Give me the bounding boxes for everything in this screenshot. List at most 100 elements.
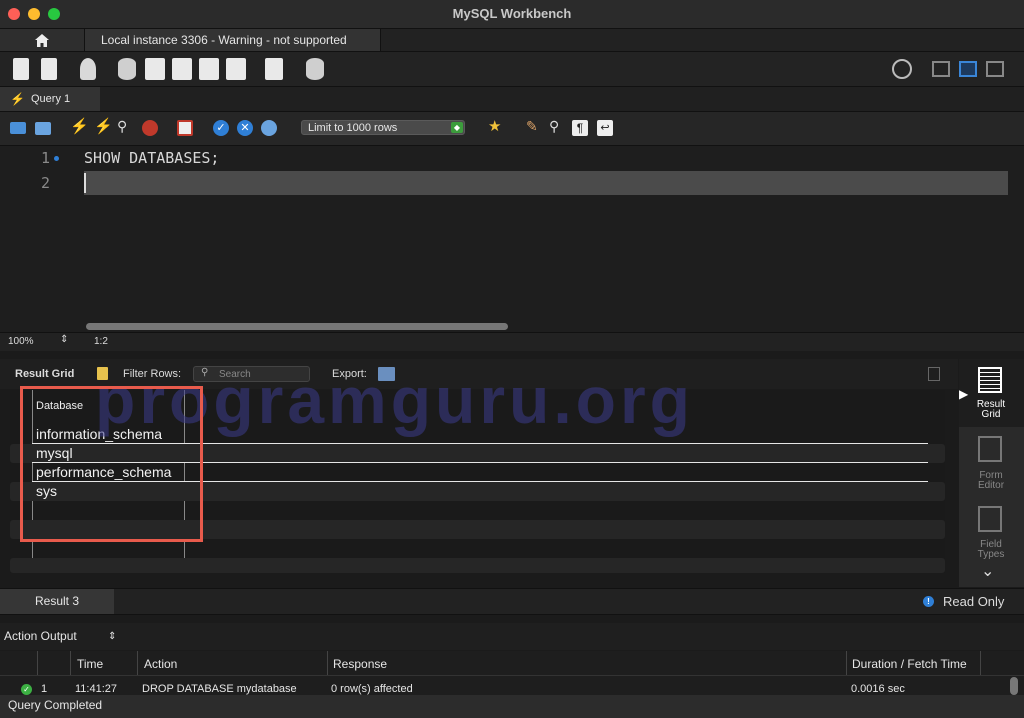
limit-rows-value: Limit to 1000 rows <box>308 122 398 134</box>
window-title: MySQL Workbench <box>452 6 572 21</box>
toggle-secondary-sidebar-icon[interactable] <box>986 61 1004 77</box>
column-divider <box>980 651 981 675</box>
form-editor-icon <box>978 436 1002 462</box>
inspector-icon[interactable] <box>80 58 96 80</box>
stop-icon[interactable] <box>142 120 158 136</box>
result-grid-label: Result Grid <box>15 368 75 380</box>
query-tab-label: Query 1 <box>31 93 71 105</box>
open-folder-icon[interactable] <box>10 122 26 134</box>
column-divider <box>37 651 38 675</box>
field-types-button[interactable]: Field Types <box>959 503 1024 563</box>
save-icon[interactable] <box>35 122 51 135</box>
create-view-icon[interactable] <box>172 58 192 80</box>
current-line-highlight <box>84 171 1008 195</box>
open-sql-script-icon[interactable] <box>41 58 57 80</box>
column-divider <box>327 651 328 675</box>
output-row-time: 11:41:27 <box>75 683 118 695</box>
tab-result-3[interactable]: Result 3 <box>0 589 114 614</box>
column-divider <box>846 651 847 675</box>
reconnect-icon[interactable] <box>306 58 324 80</box>
result-grid-icon <box>978 367 1002 393</box>
zoom-window-button[interactable] <box>48 8 60 20</box>
statement-marker-icon <box>54 156 59 161</box>
title-bar: MySQL Workbench <box>0 0 1024 29</box>
create-table-icon[interactable] <box>145 58 165 80</box>
limit-rows-select[interactable]: Limit to 1000 rows ◆ <box>301 120 465 135</box>
select-stepper-icon[interactable]: ⇕ <box>108 623 116 650</box>
form-editor-button-label: Form Editor <box>977 470 1005 491</box>
create-function-icon[interactable] <box>226 58 246 80</box>
main-toolbar <box>0 52 1024 87</box>
connection-tab-bar: Local instance 3306 - Warning - not supp… <box>0 29 1024 52</box>
editor-horizontal-scrollbar[interactable] <box>86 323 508 330</box>
output-type-select[interactable]: Action Output <box>4 623 77 650</box>
execute-current-icon[interactable]: ⚡ <box>94 117 113 135</box>
editor-status-bar: 100% ⇕ 1:2 <box>0 332 1024 351</box>
word-wrap-icon[interactable]: ↩ <box>597 120 613 136</box>
output-row-action: DROP DATABASE mydatabase <box>142 683 297 695</box>
home-tab[interactable] <box>0 29 85 51</box>
highlight-box <box>20 386 203 542</box>
output-table-header: Time Action Response Duration / Fetch Ti… <box>0 651 1024 676</box>
output-header: Action Output ⇕ <box>0 623 1024 650</box>
form-editor-button[interactable]: Form Editor <box>959 431 1024 497</box>
tab-query-1[interactable]: ⚡ Query 1 <box>0 87 100 111</box>
lightning-icon: ⚡ <box>10 92 25 106</box>
field-types-icon <box>978 506 1002 532</box>
toggle-error-continue-icon[interactable] <box>177 120 193 136</box>
read-only-label: Read Only <box>943 594 1005 609</box>
sql-editor[interactable]: 1 SHOW DATABASES; 2 <box>0 146 1024 332</box>
invisible-chars-icon[interactable]: ¶ <box>572 120 588 136</box>
column-divider <box>137 651 138 675</box>
action-output-table: Time Action Response Duration / Fetch Ti… <box>0 651 1024 695</box>
toggle-sidebar-icon[interactable] <box>932 61 950 77</box>
table-row[interactable] <box>10 558 945 573</box>
output-row-number: 1 <box>41 683 48 695</box>
result-grid-button[interactable]: ▶ Result Grid <box>959 359 1024 427</box>
info-icon: ! <box>923 596 934 607</box>
column-header-time[interactable]: Time <box>77 657 103 671</box>
preferences-gear-icon[interactable] <box>892 59 912 79</box>
column-header-action[interactable]: Action <box>144 657 177 671</box>
result-side-panel: ▶ Result Grid Form Editor Field Types ⌄ <box>959 359 1024 587</box>
beautify-icon[interactable]: ✎ <box>526 118 542 134</box>
result-tab-bar: Result 3 ! Read Only <box>0 588 1024 615</box>
selected-arrow-icon: ▶ <box>959 387 969 401</box>
result-grid-button-label: Result Grid <box>976 399 1006 420</box>
output-vertical-scrollbar[interactable] <box>1010 677 1018 695</box>
close-window-button[interactable] <box>8 8 20 20</box>
zoom-level[interactable]: 100% <box>8 336 34 347</box>
chevron-down-icon[interactable]: ⌄ <box>981 561 994 581</box>
success-check-icon: ✓ <box>21 684 32 695</box>
status-bar: Query Completed <box>0 695 1024 718</box>
commit-icon[interactable]: ✓ <box>213 120 229 136</box>
text-cursor <box>84 173 86 193</box>
select-arrows-icon: ◆ <box>451 122 463 133</box>
cursor-position: 1:2 <box>94 336 108 347</box>
create-schema-icon[interactable] <box>118 58 136 80</box>
connection-tab[interactable]: Local instance 3306 - Warning - not supp… <box>85 29 381 51</box>
execute-all-icon[interactable]: ⚡ <box>70 117 89 135</box>
column-header-duration[interactable]: Duration / Fetch Time <box>852 657 967 671</box>
column-header-response[interactable]: Response <box>333 657 387 671</box>
line-number: 1 <box>40 149 50 167</box>
find-icon[interactable]: ⚲ <box>549 118 565 134</box>
explain-icon[interactable]: ⚲ <box>117 118 133 134</box>
auto-commit-icon[interactable] <box>261 120 277 136</box>
output-row-duration: 0.0016 sec <box>851 683 905 695</box>
field-types-button-label: Field Types <box>977 539 1005 560</box>
create-procedure-icon[interactable] <box>199 58 219 80</box>
minimize-window-button[interactable] <box>28 8 40 20</box>
zoom-stepper-icon[interactable]: ⇕ <box>60 334 68 345</box>
output-row-response: 0 row(s) affected <box>331 683 413 695</box>
add-snippet-icon[interactable]: ★ <box>488 117 504 135</box>
new-sql-tab-icon[interactable] <box>13 58 29 80</box>
toggle-output-panel-icon[interactable] <box>959 61 977 77</box>
query-tab-bar: ⚡ Query 1 <box>0 87 1024 112</box>
line-number: 2 <box>40 174 50 192</box>
rollback-icon[interactable]: ✕ <box>237 120 253 136</box>
search-table-data-icon[interactable] <box>265 58 283 80</box>
wrap-cell-content-icon[interactable] <box>928 367 940 381</box>
code-line: SHOW DATABASES; <box>84 149 220 167</box>
column-divider <box>70 651 71 675</box>
